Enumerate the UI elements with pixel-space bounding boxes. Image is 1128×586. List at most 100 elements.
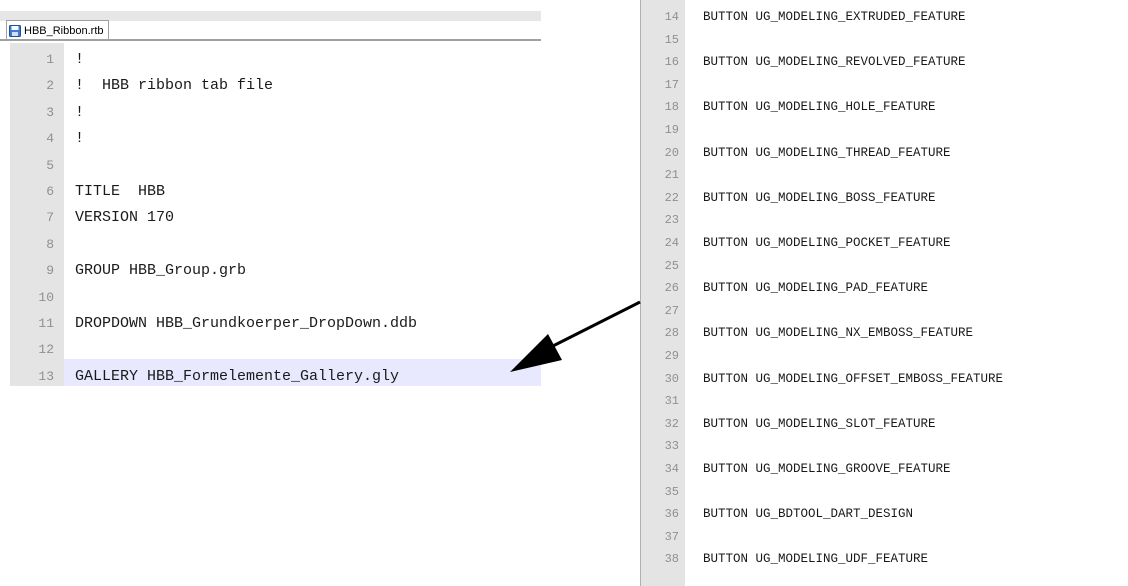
line-number: 37 [664, 529, 679, 544]
code-line: 22 BUTTON UG_MODELING_BOSS_FEATURE [640, 187, 1128, 210]
line-text: VERSION 170 [75, 209, 175, 227]
line-number: 32 [664, 416, 679, 431]
line-text: GALLERY HBB_Formelemente_Gallery.gly [75, 367, 400, 385]
save-icon [9, 24, 21, 37]
line-text: TITLE HBB [75, 183, 166, 200]
code-line: 29 [640, 345, 1128, 368]
line-number: 29 [664, 349, 679, 363]
left-editor-window: HBB_Ribbon.rtb 1! 2 ! HBB ribbon tab file 3… [0, 0, 541, 390]
line-number: 13 [38, 368, 54, 384]
code-line: 12 [0, 336, 541, 363]
code-line: 35 [640, 481, 1128, 504]
line-number: 22 [664, 190, 679, 205]
line-number: 35 [664, 484, 679, 499]
code-line: 19 [640, 119, 1128, 142]
tab-underline [0, 39, 541, 41]
line-text: BUTTON UG_MODELING_NX_EMBOSS_FEATURE [703, 326, 974, 341]
code-line: 20 BUTTON UG_MODELING_THREAD_FEATURE [640, 142, 1128, 165]
line-text: BUTTON UG_MODELING_POCKET_FEATURE [703, 236, 951, 250]
code-line: 3! [0, 99, 541, 126]
line-text: ! [75, 130, 85, 148]
code-line: 30 BUTTON UG_MODELING_OFFSET_EMBOSS_FEATU… [640, 368, 1128, 391]
line-number: 9 [46, 263, 54, 279]
line-text: BUTTON UG_MODELING_OFFSET_EMBOSS_FEATURE [703, 371, 1004, 386]
code-line: 31 [640, 390, 1128, 413]
line-number: 36 [664, 507, 679, 522]
line-number: 34 [664, 462, 679, 476]
code-line: 17 [640, 74, 1128, 97]
code-line: 26 BUTTON UG_MODELING_PAD_FEATURE [640, 277, 1128, 300]
code-line: 1! [0, 46, 541, 73]
code-line: 21 [640, 164, 1128, 187]
line-text: BUTTON UG_MODELING_THREAD_FEATURE [703, 145, 951, 160]
file-tab[interactable]: HBB_Ribbon.rtb [6, 20, 109, 40]
code-line: 25 [640, 255, 1128, 278]
code-line: 6 TITLE HBB [0, 178, 541, 205]
line-text: BUTTON UG_MODELING_BOSS_FEATURE [703, 190, 936, 205]
line-number: 12 [38, 342, 54, 358]
line-text: ! HBB ribbon tab file [75, 77, 274, 95]
line-number: 16 [664, 55, 679, 70]
code-line: 8 [0, 231, 541, 258]
line-number: 11 [38, 316, 54, 331]
line-number: 3 [46, 104, 54, 120]
line-text: BUTTON UG_MODELING_REVOLVED_FEATURE [703, 55, 966, 70]
line-number: 25 [664, 258, 679, 273]
line-text: BUTTON UG_MODELING_PAD_FEATURE [703, 281, 929, 296]
line-number: 24 [664, 236, 679, 250]
line-text: BUTTON UG_MODELING_EXTRUDED_FEATURE [703, 10, 966, 24]
line-number: 21 [664, 168, 679, 183]
line-number: 5 [46, 157, 54, 173]
code-line: 11 DROPDOWN HBB_Grundkoerper_DropDown.ddb [0, 310, 541, 337]
code-line: 36 BUTTON UG_BDTOOL_DART_DESIGN [640, 503, 1128, 526]
line-text: BUTTON UG_MODELING_UDF_FEATURE [703, 552, 929, 567]
line-number: 14 [664, 10, 679, 24]
line-number: 7 [46, 210, 54, 226]
code-line: 15 [640, 29, 1128, 52]
line-text: ! [75, 103, 85, 121]
line-number: 23 [664, 213, 679, 228]
code-line: 33 [640, 435, 1128, 458]
code-line: 16 BUTTON UG_MODELING_REVOLVED_FEATURE [640, 51, 1128, 74]
line-number: 30 [664, 371, 679, 386]
line-text: BUTTON UG_MODELING_HOLE_FEATURE [703, 100, 936, 115]
code-line: 27 [640, 300, 1128, 323]
line-number: 31 [664, 394, 679, 409]
line-number: 1 [46, 52, 54, 67]
line-number: 27 [664, 303, 679, 318]
line-text: ! [75, 51, 85, 68]
line-text: GROUP HBB_Group.grb [75, 262, 247, 280]
code-line: 32 BUTTON UG_MODELING_SLOT_FEATURE [640, 413, 1128, 436]
code-line: 34 BUTTON UG_MODELING_GROOVE_FEATURE [640, 458, 1128, 481]
line-number: 8 [46, 236, 54, 252]
code-line: 24 BUTTON UG_MODELING_POCKET_FEATURE [640, 232, 1128, 255]
line-number: 6 [46, 184, 54, 199]
code-line: 18 BUTTON UG_MODELING_HOLE_FEATURE [640, 96, 1128, 119]
line-number: 19 [664, 123, 679, 137]
code-line: 37 [640, 526, 1128, 549]
arrow-shaft [544, 300, 641, 352]
line-number: 2 [46, 78, 54, 94]
code-line: 4! [0, 125, 541, 152]
code-line: 2 ! HBB ribbon tab file [0, 72, 541, 99]
code-line: 28 BUTTON UG_MODELING_NX_EMBOSS_FEATURE [640, 322, 1128, 345]
file-tab-label: HBB_Ribbon.rtb [24, 24, 104, 37]
line-number: 18 [664, 100, 679, 115]
line-number: 33 [664, 439, 679, 454]
line-text: DROPDOWN HBB_Grundkoerper_DropDown.ddb [75, 315, 418, 332]
line-number: 26 [664, 281, 679, 296]
line-number: 4 [46, 131, 54, 147]
code-line: 7 VERSION 170 [0, 204, 541, 231]
line-text: BUTTON UG_BDTOOL_DART_DESIGN [703, 507, 914, 522]
code-line: 9 GROUP HBB_Group.grb [0, 257, 541, 284]
code-line: 5 [0, 152, 541, 179]
code-line: 23 [640, 209, 1128, 232]
code-line: 14 BUTTON UG_MODELING_EXTRUDED_FEATURE [640, 6, 1128, 29]
code-line: 10 [0, 284, 541, 311]
line-number: 38 [664, 552, 679, 567]
line-number: 17 [664, 77, 679, 92]
line-number: 10 [38, 289, 54, 305]
line-text: BUTTON UG_MODELING_SLOT_FEATURE [703, 416, 936, 431]
code-line: 38 BUTTON UG_MODELING_UDF_FEATURE [640, 548, 1128, 571]
line-text: BUTTON UG_MODELING_GROOVE_FEATURE [703, 462, 951, 476]
